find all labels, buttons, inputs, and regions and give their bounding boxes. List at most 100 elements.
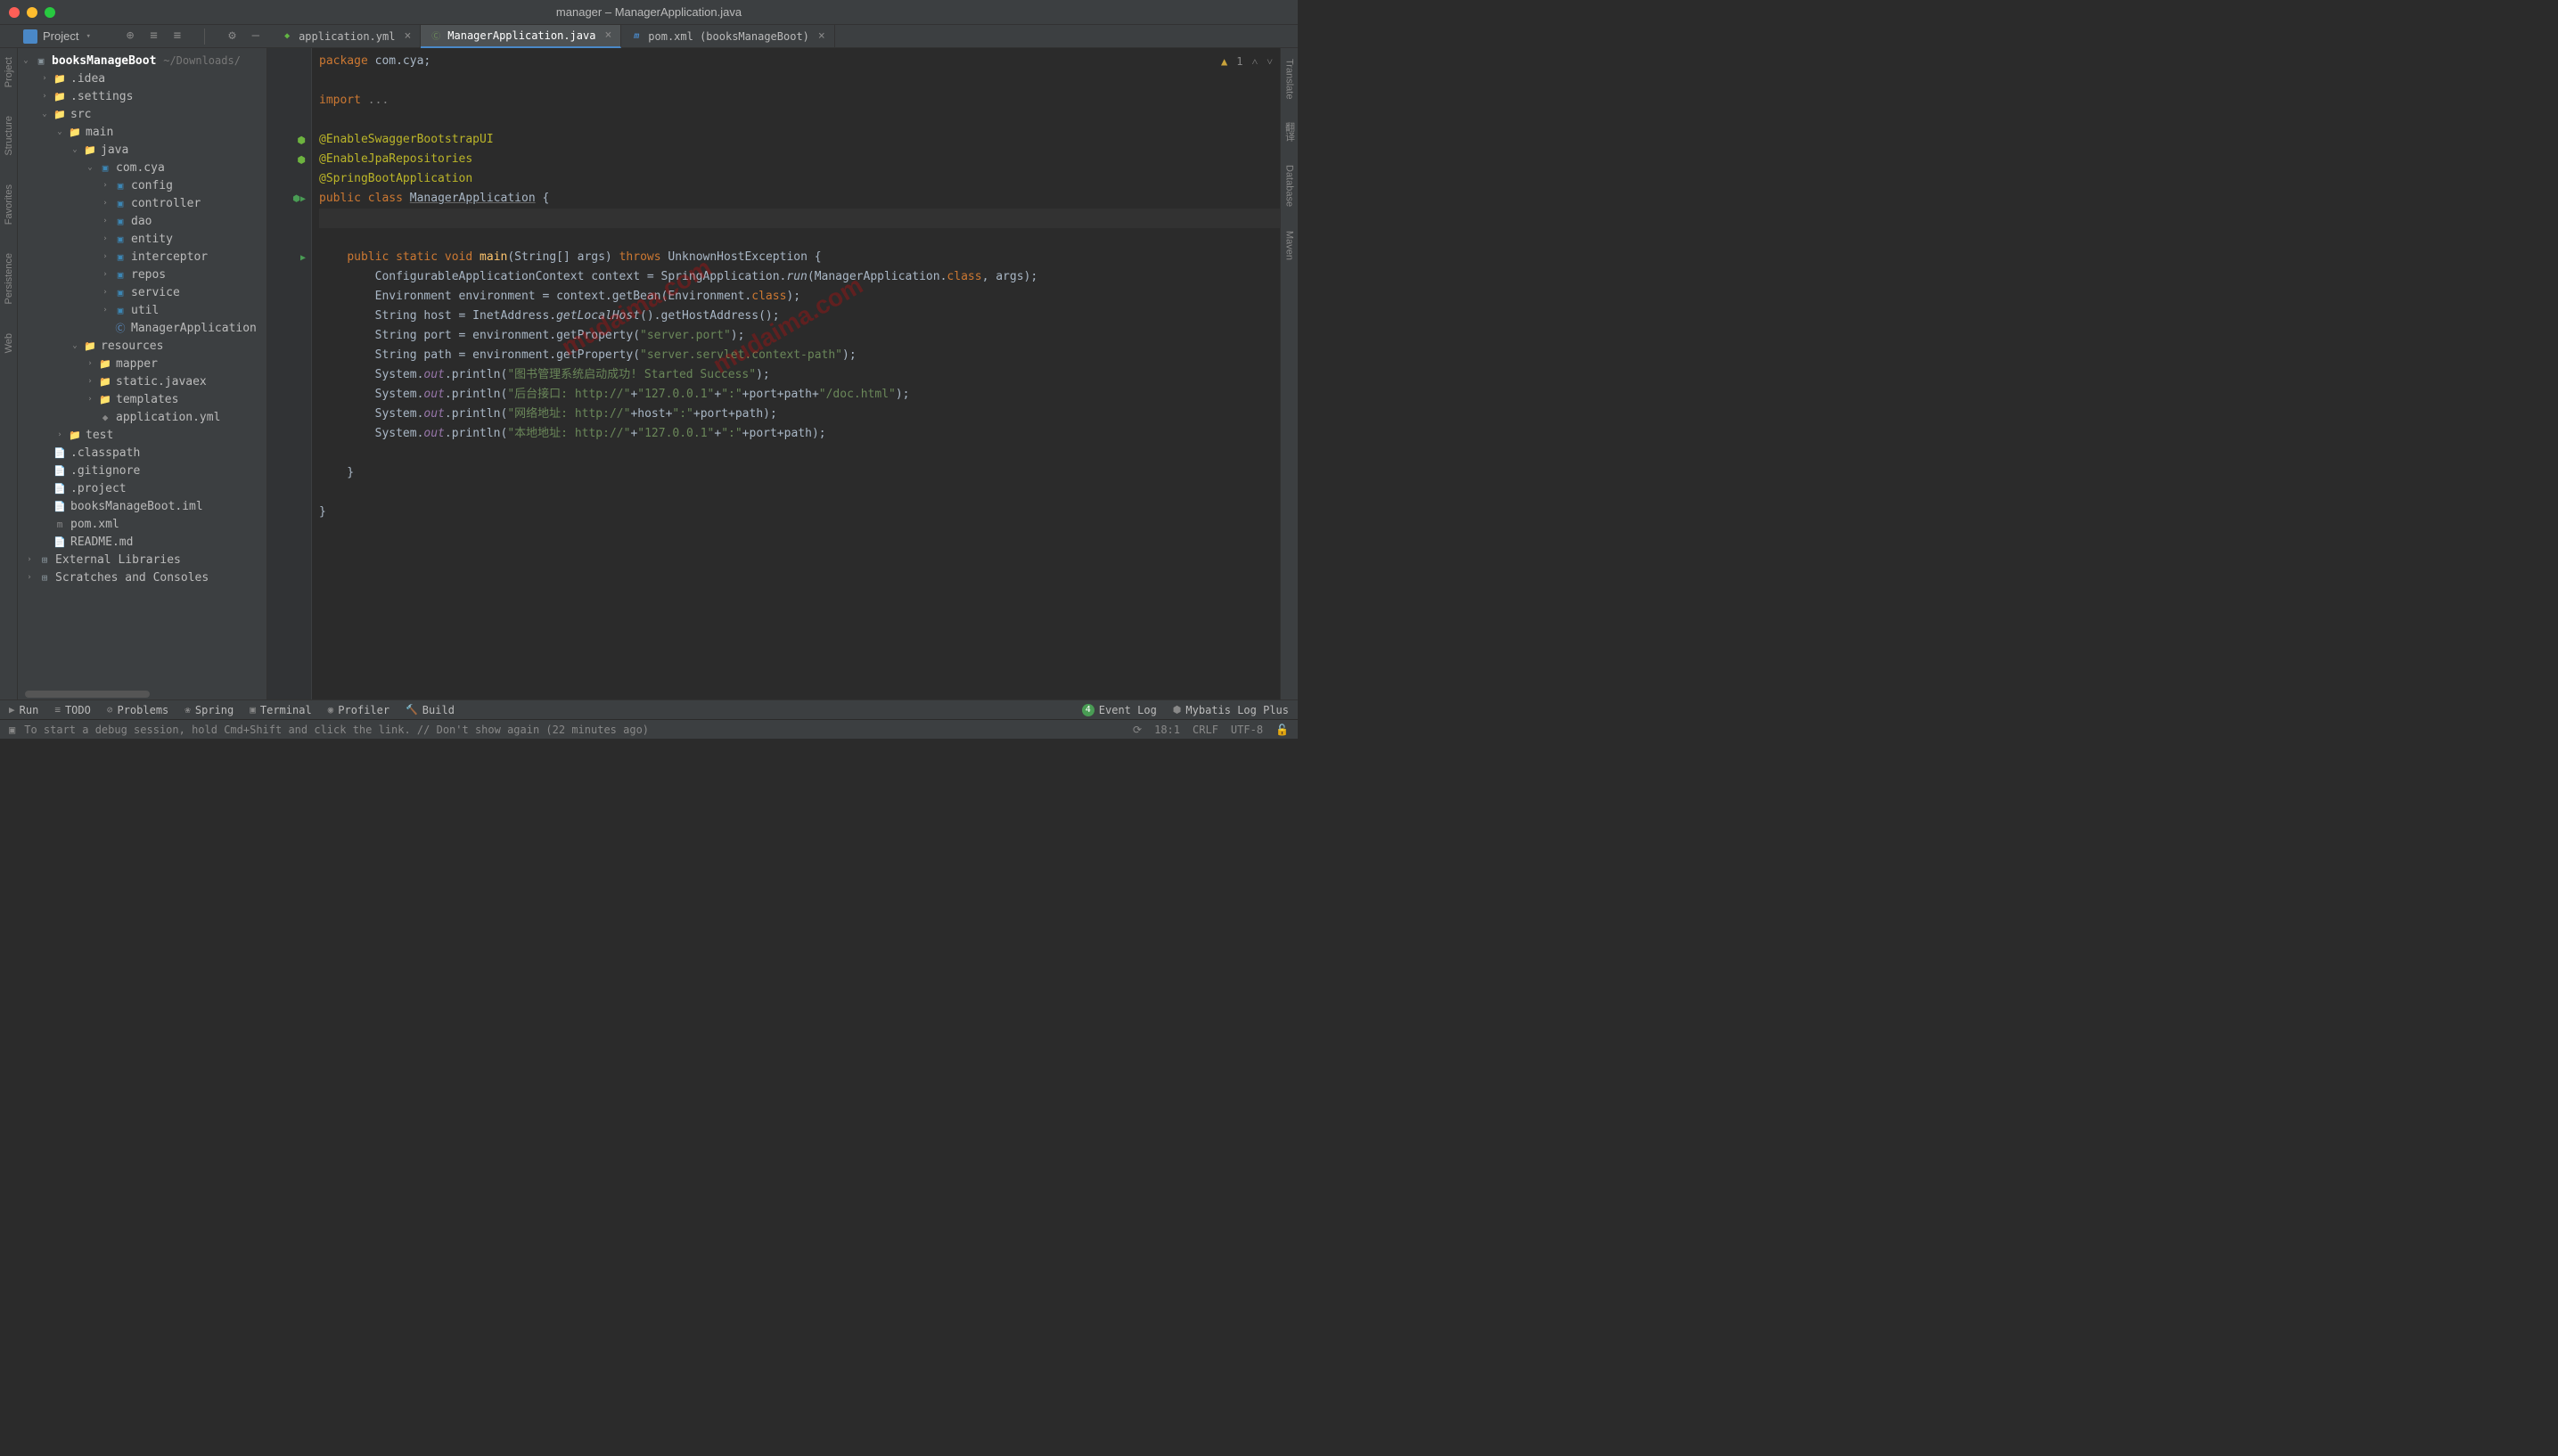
tree-node[interactable]: mpom.xml	[18, 515, 266, 533]
chevron-down-icon[interactable]: ▾	[86, 32, 90, 41]
tree-node[interactable]: 📄README.md	[18, 533, 266, 551]
status-hint[interactable]: To start a debug session, hold Cmd+Shift…	[24, 724, 649, 736]
tree-node[interactable]: ›▣config	[18, 176, 266, 194]
tree-node[interactable]: ⌄📁main	[18, 123, 266, 141]
file-encoding[interactable]: UTF-8	[1231, 724, 1263, 736]
horizontal-scrollbar[interactable]	[25, 691, 150, 698]
tool-window-tab[interactable]: Project	[4, 52, 14, 93]
tool-window-button[interactable]: ≡TODO	[54, 704, 91, 716]
gutter-row[interactable]	[267, 71, 311, 91]
tree-arrow-icon[interactable]: ›	[101, 217, 110, 225]
tree-arrow-icon[interactable]: ›	[40, 92, 49, 101]
tree-node[interactable]: ›▣dao	[18, 212, 266, 230]
run-gutter-icon[interactable]: ⬢▶	[292, 194, 306, 204]
tree-node[interactable]: ⌄📁java	[18, 141, 266, 159]
gutter-row[interactable]	[267, 424, 311, 444]
tool-window-tab[interactable]: 翻译	[1283, 117, 1297, 147]
tree-node[interactable]: ›▣interceptor	[18, 248, 266, 266]
collapse-all-icon[interactable]: ≡	[174, 29, 181, 45]
gutter-row[interactable]	[267, 52, 311, 71]
tree-arrow-icon[interactable]: ›	[101, 252, 110, 261]
close-tab-icon[interactable]: ×	[818, 29, 825, 43]
gutter-row[interactable]	[267, 385, 311, 405]
gutter-row[interactable]: ⬢	[267, 130, 311, 150]
line-separator[interactable]: CRLF	[1193, 724, 1218, 736]
tree-arrow-icon[interactable]: ›	[86, 395, 94, 404]
tool-window-tab[interactable]: Favorites	[4, 179, 14, 230]
settings-icon[interactable]: ⚙	[228, 29, 235, 45]
editor-gutter[interactable]: ⬢⬢⬢▶▶	[267, 48, 312, 699]
next-highlight-icon[interactable]: ˅	[1267, 52, 1273, 71]
cursor-position[interactable]: 18:1	[1154, 724, 1180, 736]
tree-arrow-icon[interactable]: ⌄	[40, 110, 49, 119]
minimize-window-button[interactable]	[27, 7, 37, 18]
gutter-row[interactable]	[267, 346, 311, 365]
tree-node[interactable]: ›▣repos	[18, 266, 266, 283]
gutter-row[interactable]	[267, 503, 311, 522]
gutter-row[interactable]	[267, 463, 311, 483]
gutter-row[interactable]	[267, 209, 311, 228]
gutter-row[interactable]	[267, 228, 311, 248]
gutter-row[interactable]	[267, 169, 311, 189]
tool-windows-icon[interactable]: ▣	[9, 724, 15, 736]
close-window-button[interactable]	[9, 7, 20, 18]
run-gutter-icon[interactable]: ▶	[300, 253, 306, 263]
expand-all-icon[interactable]: ≡	[150, 29, 157, 45]
tree-node[interactable]: ⌄📁resources	[18, 337, 266, 355]
code-line[interactable]: }	[319, 463, 1280, 483]
tree-node[interactable]: ›▣entity	[18, 230, 266, 248]
code-line[interactable]: import ...	[319, 91, 1280, 110]
editor-tab[interactable]: mpom.xml (booksManageBoot)×	[621, 25, 834, 48]
tree-node[interactable]: 📄.classpath	[18, 444, 266, 462]
code-line[interactable]	[319, 228, 1280, 248]
tree-node[interactable]: ›⊞External Libraries	[18, 551, 266, 568]
prev-highlight-icon[interactable]: ˄	[1251, 52, 1258, 71]
tree-arrow-icon[interactable]: ⌄	[70, 145, 79, 154]
code-line[interactable]: String host = InetAddress.getLocalHost()…	[319, 307, 1280, 326]
code-line[interactable]: @EnableSwaggerBootstrapUI	[319, 130, 1280, 150]
tree-arrow-icon[interactable]: ›	[101, 270, 110, 279]
gutter-row[interactable]	[267, 444, 311, 463]
tree-arrow-icon[interactable]: ›	[101, 234, 110, 243]
gutter-row[interactable]	[267, 483, 311, 503]
gutter-row[interactable]	[267, 287, 311, 307]
tree-node[interactable]: ›▣service	[18, 283, 266, 301]
gutter-row[interactable]	[267, 91, 311, 110]
gutter-row[interactable]: ⬢▶	[267, 189, 311, 209]
editor-tab[interactable]: ◆application.yml×	[272, 25, 421, 48]
tree-node[interactable]: ⒸManagerApplication	[18, 319, 266, 337]
tree-arrow-icon[interactable]: ›	[101, 199, 110, 208]
code-line[interactable]: public static void main(String[] args) t…	[319, 248, 1280, 267]
code-line[interactable]: String path = environment.getProperty("s…	[319, 346, 1280, 365]
tool-window-button[interactable]: 🔨Build	[406, 704, 455, 716]
tree-node[interactable]: ›📁.settings	[18, 87, 266, 105]
code-line[interactable]: }	[319, 503, 1280, 522]
maximize-window-button[interactable]	[45, 7, 55, 18]
close-tab-icon[interactable]: ×	[604, 29, 611, 42]
readonly-lock-icon[interactable]: 🔓	[1275, 724, 1289, 736]
code-line[interactable]: System.out.println("后台接口: http://"+"127.…	[319, 385, 1280, 405]
project-selector[interactable]: Project	[43, 29, 78, 43]
code-line[interactable]: Environment environment = context.getBea…	[319, 287, 1280, 307]
code-line[interactable]	[319, 209, 1280, 228]
project-view-icon[interactable]	[23, 29, 37, 44]
background-tasks-icon[interactable]: ⟳	[1133, 724, 1142, 736]
gutter-row[interactable]	[267, 365, 311, 385]
tree-arrow-icon[interactable]: ⌄	[70, 341, 79, 350]
code-line[interactable]	[319, 71, 1280, 91]
code-line[interactable]: public class ManagerApplication {	[319, 189, 1280, 209]
tool-window-button[interactable]: 4Event Log	[1082, 704, 1157, 716]
tree-arrow-icon[interactable]: ›	[40, 74, 49, 83]
tool-window-button[interactable]: ◉Profiler	[328, 704, 389, 716]
gutter-row[interactable]	[267, 326, 311, 346]
inspection-widget[interactable]: ▲ 1 ˄ ˅	[1221, 52, 1273, 71]
gutter-row[interactable]	[267, 110, 311, 130]
select-opened-file-icon[interactable]: ⊕	[127, 29, 134, 45]
tree-node[interactable]: 📄.project	[18, 479, 266, 497]
tool-window-tab[interactable]: Maven	[1284, 225, 1295, 266]
tree-arrow-icon[interactable]: ›	[86, 359, 94, 368]
spring-bean-icon[interactable]: ⬢	[297, 135, 306, 146]
tree-arrow-icon[interactable]: ⌄	[55, 127, 64, 136]
code-line[interactable]	[319, 110, 1280, 130]
tree-node[interactable]: ◆application.yml	[18, 408, 266, 426]
